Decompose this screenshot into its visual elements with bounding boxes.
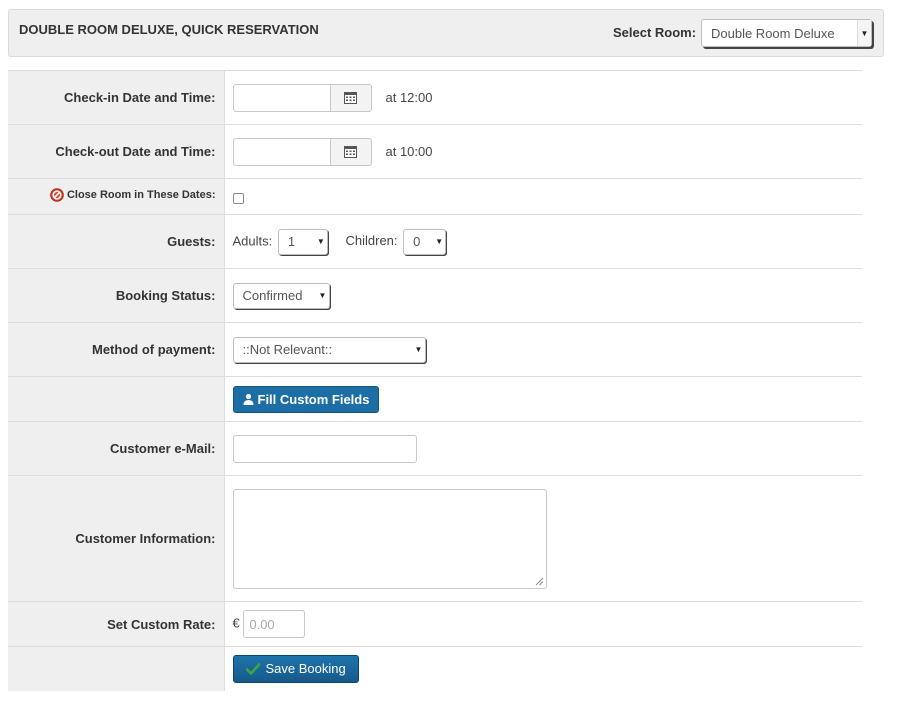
checkin-label: Check-in Date and Time: <box>8 70 225 125</box>
booking-status-label: Booking Status: <box>8 268 225 323</box>
customer-info-label: Customer Information: <box>8 475 225 602</box>
payment-method-select[interactable]: ::Not Relevant:: ▼ <box>232 336 426 363</box>
user-icon <box>243 393 253 405</box>
calendar-icon <box>344 146 357 158</box>
currency-symbol: € <box>232 615 240 631</box>
fill-custom-fields-button[interactable]: Fill Custom Fields <box>232 385 380 413</box>
checkout-date-input[interactable] <box>232 137 330 166</box>
fill-custom-fields-label: Fill Custom Fields <box>257 391 370 407</box>
customer-info-textarea[interactable] <box>232 488 547 589</box>
children-label: Children: <box>345 232 398 248</box>
page-title: DOUBLE ROOM DELUXE, QUICK RESERVATION <box>19 22 319 37</box>
save-booking-label: Save Booking <box>265 661 346 677</box>
customer-email-label: Customer e-Mail: <box>8 421 225 476</box>
reservation-form: Check-in Date and Time: at 12:00 Check-o… <box>8 70 862 691</box>
empty-label <box>8 376 225 422</box>
chevron-down-icon: ▼ <box>857 20 871 46</box>
select-room-label: Select Room: <box>613 25 697 40</box>
payment-method-value: ::Not Relevant:: <box>242 342 333 357</box>
chevron-down-icon: ▼ <box>414 345 423 354</box>
calendar-icon <box>344 92 357 104</box>
checkin-date-input[interactable] <box>232 83 330 112</box>
no-entry-icon <box>50 188 64 202</box>
payment-method-label: Method of payment: <box>8 322 225 377</box>
chevron-down-icon: ▼ <box>316 237 325 246</box>
checkout-calendar-button[interactable] <box>329 137 372 166</box>
customer-email-input[interactable] <box>232 434 417 463</box>
quick-reservation-header: DOUBLE ROOM DELUXE, QUICK RESERVATION Se… <box>8 9 884 57</box>
empty-label <box>8 646 225 691</box>
close-room-label-cell: Close Room in These Dates: <box>8 178 225 215</box>
booking-status-value: Confirmed <box>242 288 303 303</box>
adults-label: Adults: <box>232 232 273 248</box>
children-value: 0 <box>413 234 421 249</box>
resize-grip-icon[interactable] <box>535 577 544 586</box>
guests-label: Guests: <box>8 214 225 269</box>
select-room-value: Double Room Deluxe <box>711 25 835 41</box>
close-room-label: Close Room in These Dates: <box>66 189 216 201</box>
save-booking-button[interactable]: Save Booking <box>232 654 359 683</box>
checkout-label: Check-out Date and Time: <box>8 124 225 179</box>
checkin-time: at 12:00 <box>385 90 433 105</box>
adults-select[interactable]: 1 ▼ <box>277 228 328 255</box>
check-icon <box>245 662 260 675</box>
chevron-down-icon: ▼ <box>318 291 327 300</box>
close-room-checkbox[interactable] <box>232 192 244 204</box>
custom-rate-placeholder: 0.00 <box>249 616 275 632</box>
chevron-down-icon: ▼ <box>435 237 444 246</box>
custom-rate-input[interactable]: 0.00 <box>243 610 306 638</box>
children-select[interactable]: 0 ▼ <box>403 228 447 255</box>
adults-value: 1 <box>287 234 296 249</box>
checkout-time: at 10:00 <box>385 144 433 159</box>
custom-rate-label: Set Custom Rate: <box>8 601 225 647</box>
booking-status-select[interactable]: Confirmed ▼ <box>232 282 330 309</box>
select-room-dropdown[interactable]: Double Room Deluxe ▼ <box>701 19 872 47</box>
checkin-calendar-button[interactable] <box>329 83 372 112</box>
